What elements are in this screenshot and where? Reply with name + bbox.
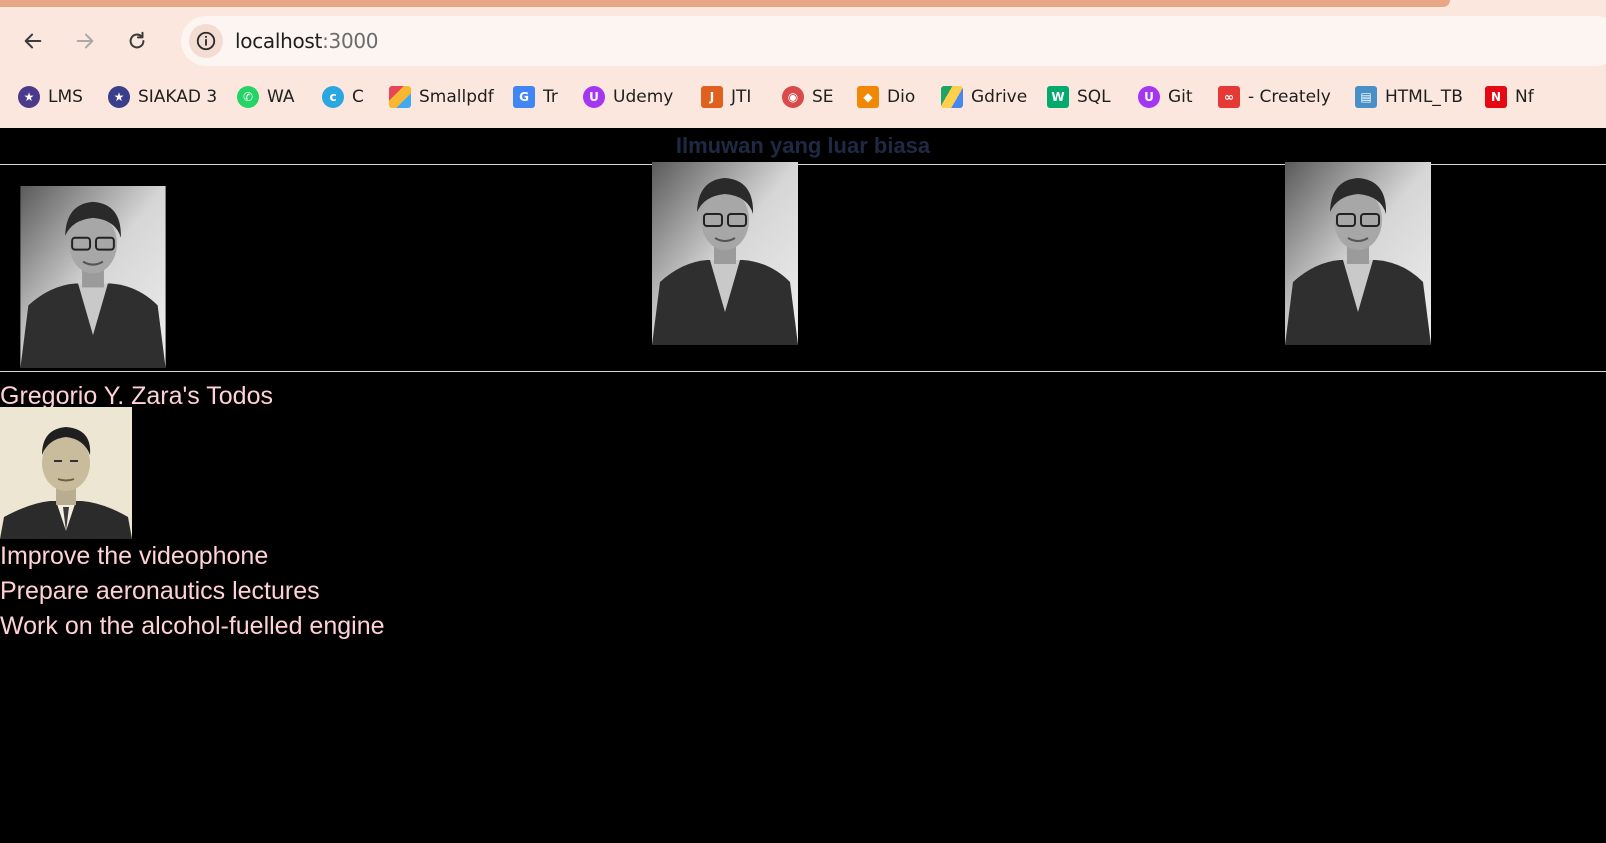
divider: [0, 371, 1606, 372]
page-content: Ilmuwan yang luar biasa Gregorio Y. Zara…: [0, 128, 1606, 843]
address-bar[interactable]: localhost:3000: [181, 16, 1606, 66]
bookmark-label: Tr: [543, 87, 558, 107]
tab-strip: [0, 0, 1450, 7]
reload-button[interactable]: [120, 24, 154, 58]
bookmark-label: - Creately: [1248, 87, 1331, 107]
bookmark-nf[interactable]: N Nf: [1485, 82, 1534, 112]
bookmark-label: SQL: [1077, 87, 1111, 107]
url-text[interactable]: localhost:3000: [235, 29, 379, 53]
gdrive-icon: [941, 86, 963, 108]
list-item: Prepare aeronautics lectures: [0, 577, 320, 605]
bookmark-label: SIAKAD 3: [138, 87, 218, 107]
bookmark-udemy[interactable]: U Udemy: [583, 82, 673, 112]
netflix-icon: N: [1485, 86, 1507, 108]
translate-icon: G: [513, 86, 535, 108]
bookmark-c[interactable]: c C: [322, 82, 364, 112]
list-item: Improve the videophone: [0, 542, 269, 570]
bookmark-wa[interactable]: ✆ WA: [237, 82, 295, 112]
list-item: Work on the alcohol-fuelled engine: [0, 612, 385, 640]
se-icon: ◉: [782, 86, 804, 108]
bookmark-git[interactable]: U Git: [1138, 82, 1193, 112]
bookmark-label: Dio: [887, 87, 916, 107]
page-title: Ilmuwan yang luar biasa: [675, 133, 931, 158]
forward-button[interactable]: [68, 24, 102, 58]
canva-icon: c: [322, 86, 344, 108]
siakad-seal-icon: ★: [108, 86, 130, 108]
back-button[interactable]: [16, 24, 50, 58]
udemy-icon: U: [583, 86, 605, 108]
bookmark-label: Git: [1168, 87, 1193, 107]
bookmark-label: HTML_TB: [1385, 87, 1463, 107]
bookmark-label: WA: [267, 87, 295, 107]
bookmark-label: Smallpdf: [419, 87, 494, 107]
scientist-photo: [652, 162, 798, 345]
lms-seal-icon: ★: [18, 86, 40, 108]
bookmark-lms[interactable]: ★ LMS: [18, 82, 83, 112]
bookmark-label: C: [352, 87, 364, 107]
url-port: :3000: [322, 29, 379, 53]
site-info-icon[interactable]: [189, 24, 223, 58]
bookmark-siakad[interactable]: ★ SIAKAD 3: [108, 82, 217, 112]
bookmark-html-tb[interactable]: ▤ HTML_TB: [1355, 82, 1463, 112]
bookmark-se[interactable]: ◉ SE: [782, 82, 834, 112]
reload-icon: [129, 31, 145, 49]
avatar: [0, 407, 132, 539]
scientist-photo: [1285, 162, 1431, 345]
whatsapp-icon: ✆: [237, 86, 259, 108]
udemy-icon: U: [1138, 86, 1160, 108]
bookmark-label: Udemy: [613, 87, 674, 107]
bookmark-tr[interactable]: G Tr: [513, 82, 558, 112]
url-host: localhost: [235, 29, 323, 53]
bookmark-label: Gdrive: [971, 87, 1028, 107]
bookmark-label: Nf: [1515, 87, 1534, 107]
browser-chrome: localhost:3000 ★ LMS ★ SIAKAD 3 ✆ WA c C…: [0, 0, 1606, 128]
bookmarks-bar: ★ LMS ★ SIAKAD 3 ✆ WA c C Smallpdf G Tr …: [0, 78, 1606, 116]
smallpdf-icon: [389, 86, 411, 108]
bookmark-creately[interactable]: ∞ - Creately: [1218, 82, 1331, 112]
bookmark-label: SE: [812, 87, 834, 107]
w3schools-icon: W: [1047, 86, 1069, 108]
bookmark-smallpdf[interactable]: Smallpdf: [389, 82, 494, 112]
book-icon: ▤: [1355, 86, 1377, 108]
bookmark-sql[interactable]: W SQL: [1047, 82, 1111, 112]
creately-icon: ∞: [1218, 86, 1240, 108]
bookmark-jti[interactable]: J JTI: [701, 82, 751, 112]
bookmark-gdrive[interactable]: Gdrive: [941, 82, 1027, 112]
forward-arrow-icon: [76, 33, 94, 49]
bookmark-label: JTI: [731, 87, 752, 107]
bookmark-dio[interactable]: ◆ Dio: [857, 82, 915, 112]
scientist-photo: [20, 186, 166, 368]
bookmark-label: LMS: [48, 87, 83, 107]
back-arrow-icon: [24, 33, 42, 49]
drawio-icon: ◆: [857, 86, 879, 108]
jti-icon: J: [701, 86, 723, 108]
